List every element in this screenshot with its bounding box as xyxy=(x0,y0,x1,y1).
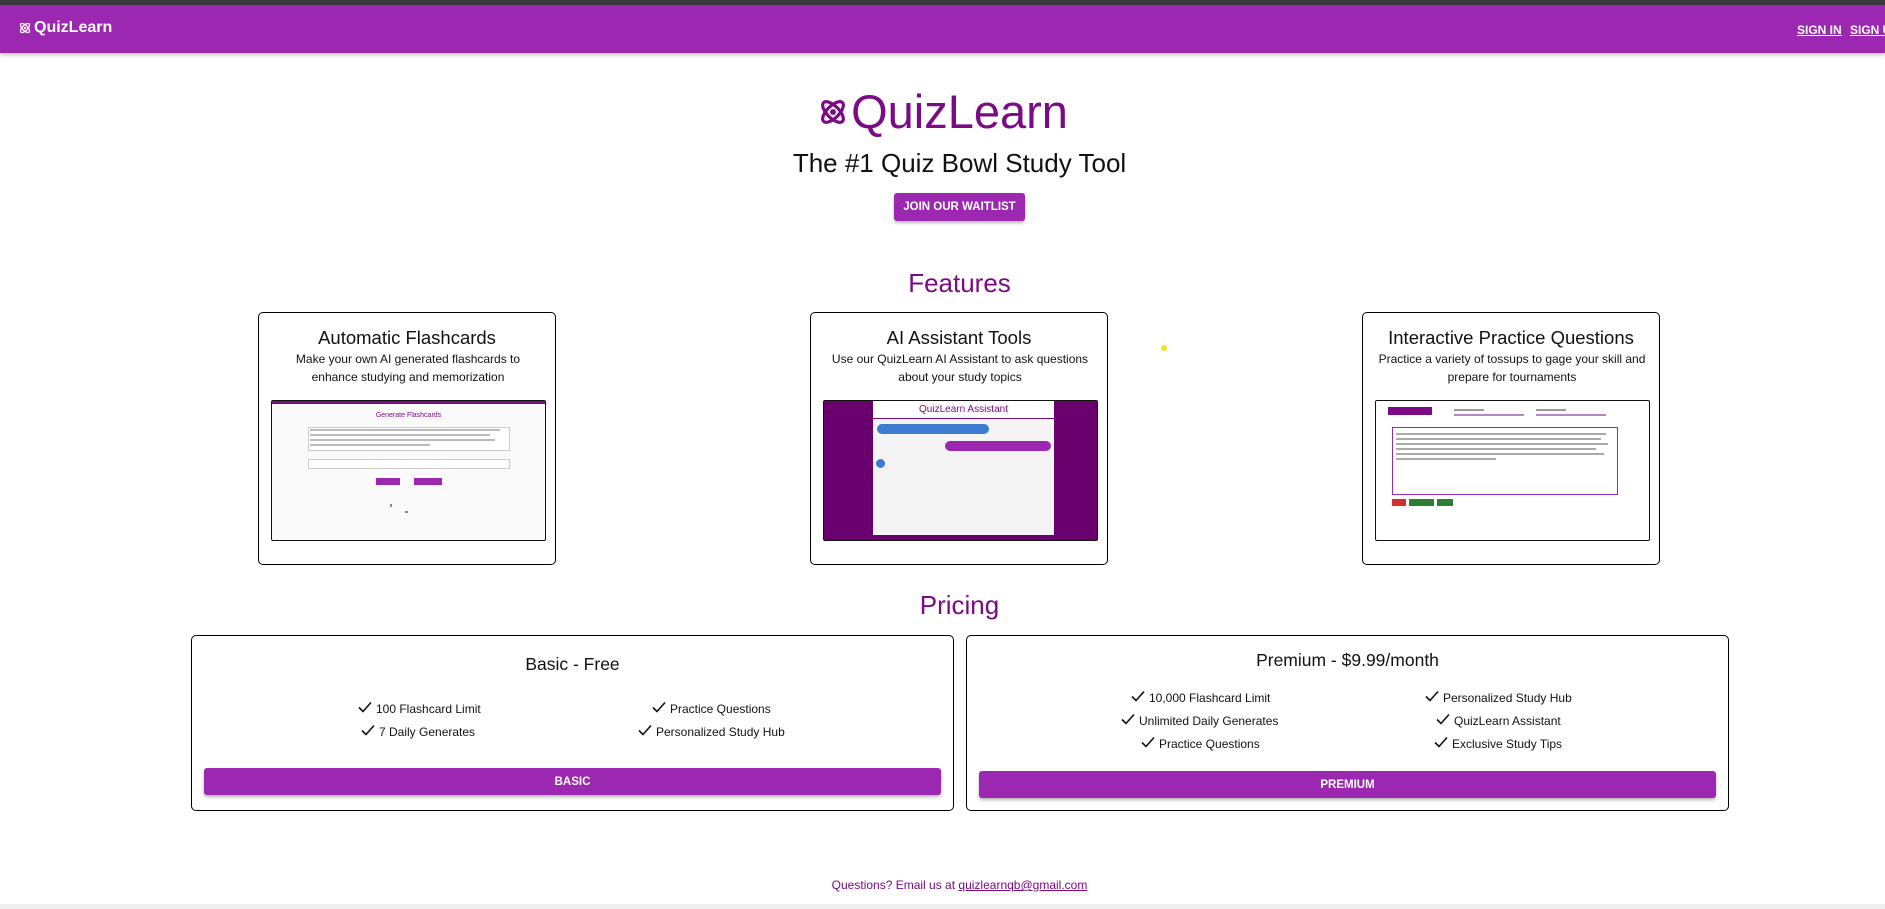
hero-subtitle: The #1 Quiz Bowl Study Tool xyxy=(792,148,1127,178)
atom-logo-icon xyxy=(19,22,31,34)
pricing-card-basic: Basic - Free 100 Flashcard Limit 7 Daily… xyxy=(191,635,954,811)
plan-feature: 10,000 Flashcard Limit xyxy=(1131,690,1270,705)
plan-name: Premium - $9.99/month xyxy=(1256,650,1439,670)
premium-plan-button[interactable]: PREMIUM xyxy=(979,771,1716,798)
plan-feature: Practice Questions xyxy=(652,701,771,716)
feature-card-practice: Interactive Practice Questions Practice … xyxy=(1362,312,1660,565)
plan-feature: Personalized Study Hub xyxy=(638,724,785,739)
checkmark-icon xyxy=(1436,713,1450,725)
footer-text: Questions? Email us at xyxy=(831,878,956,892)
feature-card-title: AI Assistant Tools xyxy=(886,327,1032,348)
plan-feature: 7 Daily Generates xyxy=(361,724,475,739)
plan-feature: Unlimited Daily Generates xyxy=(1121,713,1278,728)
plan-feature: 100 Flashcard Limit xyxy=(358,701,481,716)
feature-card-assistant: AI Assistant Tools Use our QuizLearn AI … xyxy=(810,312,1108,565)
basic-plan-button[interactable]: BASIC xyxy=(204,768,941,795)
feature-card-flashcards: Automatic Flashcards Make your own AI ge… xyxy=(258,312,556,565)
checkmark-icon xyxy=(1131,690,1145,702)
navbar: QuizLearn SIGN IN SIGN UP xyxy=(0,5,1885,53)
footer-email-link[interactable]: quizlearnqb@gmail.com xyxy=(958,878,1087,892)
features-title: Features xyxy=(908,268,1011,298)
pricing-title: Pricing xyxy=(919,590,1000,620)
plan-feature: Personalized Study Hub xyxy=(1425,690,1572,705)
page-bottom-edge xyxy=(0,904,1885,909)
hero-logo: QuizLearn xyxy=(0,84,1885,139)
pricing-card-premium: Premium - $9.99/month 10,000 Flashcard L… xyxy=(966,635,1729,811)
plan-name: Basic - Free xyxy=(525,654,620,674)
checkmark-icon xyxy=(358,701,372,713)
sign-up-link[interactable]: SIGN UP xyxy=(1850,23,1885,37)
preview-heading: Generate Flashcards xyxy=(375,412,442,419)
checkmark-icon xyxy=(1141,736,1155,748)
flashcards-preview-image: Generate Flashcards xyxy=(271,400,546,541)
feature-card-description: Use our QuizLearn AI Assistant to ask qu… xyxy=(831,352,1089,384)
decorative-dot xyxy=(1161,345,1167,351)
assistant-preview-image: QuizLearn Assistant xyxy=(823,400,1098,541)
plan-feature: Exclusive Study Tips xyxy=(1434,736,1562,751)
feature-card-title: Interactive Practice Questions xyxy=(1388,327,1634,348)
plan-feature: QuizLearn Assistant xyxy=(1436,713,1561,728)
feature-card-description: Make your own AI generated flashcards to… xyxy=(295,352,521,384)
preview-heading: QuizLearn Assistant xyxy=(873,401,1054,419)
checkmark-icon xyxy=(638,724,652,736)
checkmark-icon xyxy=(1425,690,1439,702)
feature-card-description: Practice a variety of tossups to gage yo… xyxy=(1378,352,1646,384)
sign-in-link[interactable]: SIGN IN xyxy=(1797,23,1842,37)
checkmark-icon xyxy=(1434,736,1448,748)
nav-brand[interactable]: QuizLearn xyxy=(18,19,112,37)
join-waitlist-button[interactable]: JOIN OUR WAITLIST xyxy=(894,193,1025,221)
checkmark-icon xyxy=(361,724,375,736)
plan-feature: Practice Questions xyxy=(1141,736,1260,751)
nav-brand-label: QuizLearn xyxy=(34,19,113,36)
hero-title: QuizLearn xyxy=(851,85,1068,138)
checkmark-icon xyxy=(1121,713,1135,725)
atom-logo-icon xyxy=(821,99,846,124)
footer: Questions? Email us at quizlearnqb@gmail… xyxy=(0,878,1885,892)
practice-preview-image xyxy=(1375,400,1650,541)
feature-card-title: Automatic Flashcards xyxy=(318,327,496,348)
checkmark-icon xyxy=(652,701,666,713)
